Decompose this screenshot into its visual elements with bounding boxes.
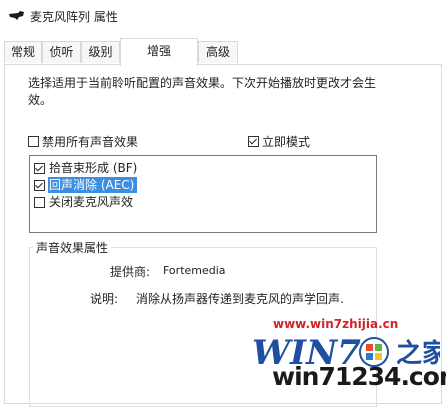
- window-title: 麦克风阵列 属性: [30, 10, 118, 24]
- tab-enhancements[interactable]: 增强: [120, 38, 198, 66]
- effects-list[interactable]: 拾音束形成 (BF) 回声消除 (AEC) 关闭麦克风声效: [29, 155, 377, 233]
- effect-item-aec[interactable]: 回声消除 (AEC): [34, 177, 138, 193]
- disable-all-label: 禁用所有声音效果: [42, 134, 139, 149]
- tab-listen[interactable]: 侦听: [42, 41, 81, 63]
- immediate-mode-label: 立即模式: [262, 134, 311, 149]
- title-bar[interactable]: 麦克风阵列 属性: [0, 0, 446, 32]
- disable-all-effects-checkbox[interactable]: 禁用所有声音效果: [28, 133, 138, 149]
- effect-label: 拾音束形成 (BF): [49, 161, 138, 175]
- effect-item-disable-mic-effects[interactable]: 关闭麦克风声效: [34, 194, 136, 210]
- description-label: 说明:: [89, 292, 118, 306]
- description-value: 消除从扬声器传递到麦克风的声学回声.: [136, 292, 344, 306]
- effect-checkbox[interactable]: [34, 162, 45, 174]
- enhancements-description: 选择适用于当前聆听配置的声音效果。下次开始播放时更改才会生效。: [28, 76, 377, 107]
- microphone-icon: [9, 11, 24, 20]
- watermark-site-url: www.win7zhijia.cn: [273, 317, 399, 331]
- tab-general[interactable]: 常规: [4, 41, 42, 63]
- effect-properties-title: 声音效果属性: [33, 239, 112, 256]
- tab-advanced[interactable]: 高级: [198, 41, 238, 63]
- effect-label: 回声消除 (AEC): [48, 177, 138, 193]
- tab-enhancements-label: 增强: [146, 44, 171, 58]
- effect-checkbox[interactable]: [34, 196, 45, 208]
- watermark-bottom-url: win71234.com: [272, 362, 446, 391]
- effect-label: 关闭麦克风声效: [49, 195, 134, 209]
- effect-checkbox[interactable]: [34, 179, 45, 191]
- tab-strip: 常规 侦听 级别 增强 高级: [0, 38, 446, 66]
- provider-value: Fortemedia: [163, 264, 226, 277]
- disable-all-checkbox-box[interactable]: [28, 135, 39, 147]
- provider-label: 提供商:: [109, 265, 150, 279]
- effect-item-beamforming[interactable]: 拾音束形成 (BF): [34, 160, 140, 176]
- immediate-mode-checkbox-box[interactable]: [248, 135, 259, 147]
- immediate-mode-checkbox[interactable]: 立即模式: [248, 133, 310, 149]
- tab-levels[interactable]: 级别: [81, 41, 120, 63]
